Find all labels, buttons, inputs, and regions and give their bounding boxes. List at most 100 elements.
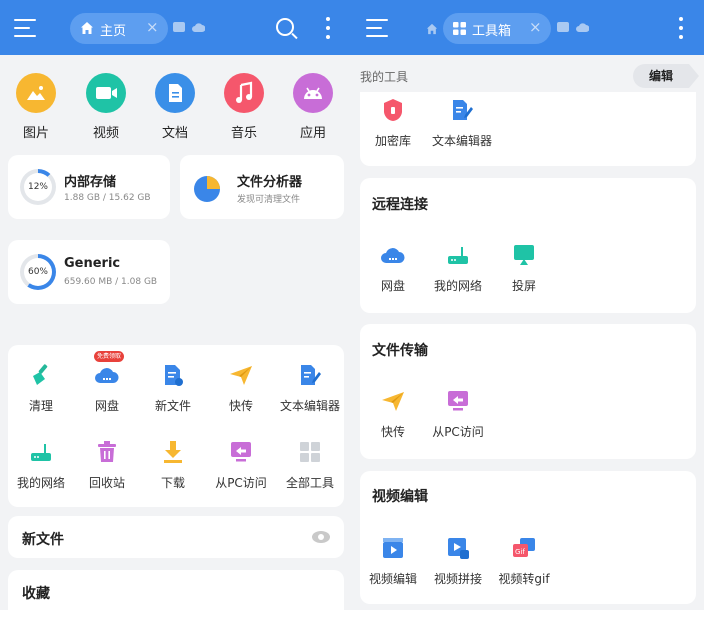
tool-pc-access[interactable]: 从PC访问 <box>205 440 277 491</box>
internal-storage-card[interactable]: 12% 内部存储 1.88 GB / 15.62 GB <box>8 155 170 219</box>
tool-video-edit-label: 视频编辑 <box>368 572 417 586</box>
my-tools-label: 我的工具 <box>360 70 409 84</box>
video-editing-section: 视频编辑 视频编辑 视频拼接 Gif 视频转gif <box>360 471 696 604</box>
tool-download[interactable]: 下载 <box>137 440 209 491</box>
download-icon <box>161 440 185 464</box>
tool-recycle-bin[interactable]: 回收站 <box>71 440 143 491</box>
tool-pc-access[interactable]: 从PC访问 <box>422 389 494 440</box>
android-icon <box>293 73 333 113</box>
eye-icon[interactable] <box>312 531 330 543</box>
tool-clean[interactable]: 清理 <box>5 363 77 414</box>
tool-new-files-label: 新文件 <box>154 399 191 413</box>
text-editor-icon <box>298 363 322 387</box>
toolbox-screen: 工具箱 × 我的工具 编辑 加密库 文本编辑器 远程连接 网盘 我的网络 投屏 … <box>352 0 704 610</box>
tool-video-merge[interactable]: 视频拼接 <box>422 536 494 587</box>
tool-cloud-drive-label: 网盘 <box>94 399 119 413</box>
tab-toolbox[interactable]: 工具箱 × <box>443 13 551 44</box>
cast-icon <box>512 243 536 267</box>
tool-quick-transfer[interactable]: 快传 <box>205 363 277 414</box>
gif-icon: Gif <box>512 536 536 560</box>
generic-storage-ring: 60% <box>20 254 56 290</box>
tool-new-files[interactable]: 新文件 <box>137 363 209 414</box>
paper-plane-icon <box>381 389 405 413</box>
tool-vault-label: 加密库 <box>374 134 411 148</box>
bookmark-tab-icon[interactable] <box>557 22 569 32</box>
cloud-tab-icon[interactable] <box>192 22 205 32</box>
category-apps-label: 应用 <box>299 126 326 141</box>
category-videos[interactable]: 视频 <box>78 73 134 141</box>
cloud-promo-badge: 免费领取 <box>94 351 125 362</box>
generic-storage-percent: 60% <box>24 258 52 286</box>
tool-all-tools[interactable]: 全部工具 <box>274 440 346 491</box>
tool-pc-access-label: 从PC访问 <box>432 425 484 439</box>
tool-recycle-bin-label: 回收站 <box>88 476 125 490</box>
menu-icon[interactable] <box>366 19 388 37</box>
file-analyzer-subtitle: 发现可清理文件 <box>237 195 301 205</box>
generic-storage-title: Generic <box>64 256 121 271</box>
internal-storage-title: 内部存储 <box>64 175 117 190</box>
category-documents[interactable]: 文档 <box>147 73 203 141</box>
file-analyzer-card[interactable]: 文件分析器 发现可清理文件 <box>180 155 344 219</box>
category-music[interactable]: 音乐 <box>216 73 272 141</box>
tool-download-label: 下载 <box>160 476 185 490</box>
top-bar: 主页 × <box>0 0 352 55</box>
cloud-tab-icon[interactable] <box>576 22 589 32</box>
more-options-icon[interactable] <box>679 17 683 39</box>
video-icon <box>86 73 126 113</box>
close-tab-icon[interactable]: × <box>529 18 542 36</box>
tool-cloud-drive[interactable]: 网盘 <box>71 363 143 414</box>
music-icon <box>224 73 264 113</box>
tool-my-network[interactable]: 我的网络 <box>422 243 494 294</box>
favorites-section[interactable]: 收藏 <box>8 570 344 610</box>
tool-vault[interactable]: 加密库 <box>357 98 429 149</box>
file-transfer-section: 文件传输 快传 从PC访问 <box>360 324 696 459</box>
tool-text-editor[interactable]: 文本编辑器 <box>274 363 346 414</box>
more-options-icon[interactable] <box>326 17 330 39</box>
trash-icon <box>95 440 119 464</box>
tool-quick-transfer-label: 快传 <box>380 425 405 439</box>
tool-my-network-label: 我的网络 <box>433 279 482 293</box>
tool-screen-cast[interactable]: 投屏 <box>488 243 560 294</box>
tool-video-edit[interactable]: 视频编辑 <box>357 536 429 587</box>
tool-cloud-drive[interactable]: 网盘 <box>357 243 429 294</box>
video-editing-title: 视频编辑 <box>372 489 428 505</box>
new-files-section[interactable]: 新文件 <box>8 516 344 558</box>
monitor-icon <box>446 389 470 413</box>
top-bar: 工具箱 × <box>352 0 704 55</box>
tool-quick-transfer-label: 快传 <box>228 399 253 413</box>
internal-storage-ring: 12% <box>20 169 56 205</box>
bookmark-tab-icon[interactable] <box>173 22 185 32</box>
tool-text-editor[interactable]: 文本编辑器 <box>426 98 498 149</box>
home-tab-icon[interactable] <box>426 23 438 35</box>
file-analyzer-title: 文件分析器 <box>237 175 303 190</box>
category-images[interactable]: 图片 <box>8 73 64 141</box>
generic-storage-card[interactable]: 60% Generic 659.60 MB / 1.08 GB <box>8 240 170 304</box>
internal-storage-usage: 1.88 GB / 15.62 GB <box>64 193 151 203</box>
file-transfer-title: 文件传输 <box>372 343 428 359</box>
category-apps[interactable]: 应用 <box>285 73 341 141</box>
tab-home[interactable]: 主页 × <box>70 13 168 44</box>
tool-my-network[interactable]: 我的网络 <box>5 440 77 491</box>
menu-icon[interactable] <box>14 19 36 37</box>
tool-video-to-gif[interactable]: Gif 视频转gif <box>488 536 560 587</box>
text-editor-icon <box>450 98 474 122</box>
broom-icon <box>29 363 53 387</box>
tool-clean-label: 清理 <box>28 399 53 413</box>
my-tools-card: 加密库 文本编辑器 <box>360 92 696 166</box>
grid-icon <box>453 22 466 35</box>
tool-quick-transfer[interactable]: 快传 <box>357 389 429 440</box>
home-icon <box>81 22 93 34</box>
cloud-icon <box>381 243 405 267</box>
edit-button[interactable]: 编辑 <box>633 64 699 88</box>
tab-home-label: 主页 <box>100 24 127 39</box>
document-icon <box>155 73 195 113</box>
paper-plane-icon <box>229 363 253 387</box>
search-icon[interactable] <box>276 18 294 36</box>
close-tab-icon[interactable]: × <box>146 18 159 36</box>
router-icon <box>446 243 470 267</box>
tool-text-editor-label: 文本编辑器 <box>431 134 492 148</box>
favorites-title: 收藏 <box>22 586 50 602</box>
pie-chart-icon <box>194 176 220 202</box>
video-merge-icon <box>446 536 470 560</box>
video-edit-icon <box>381 536 405 560</box>
